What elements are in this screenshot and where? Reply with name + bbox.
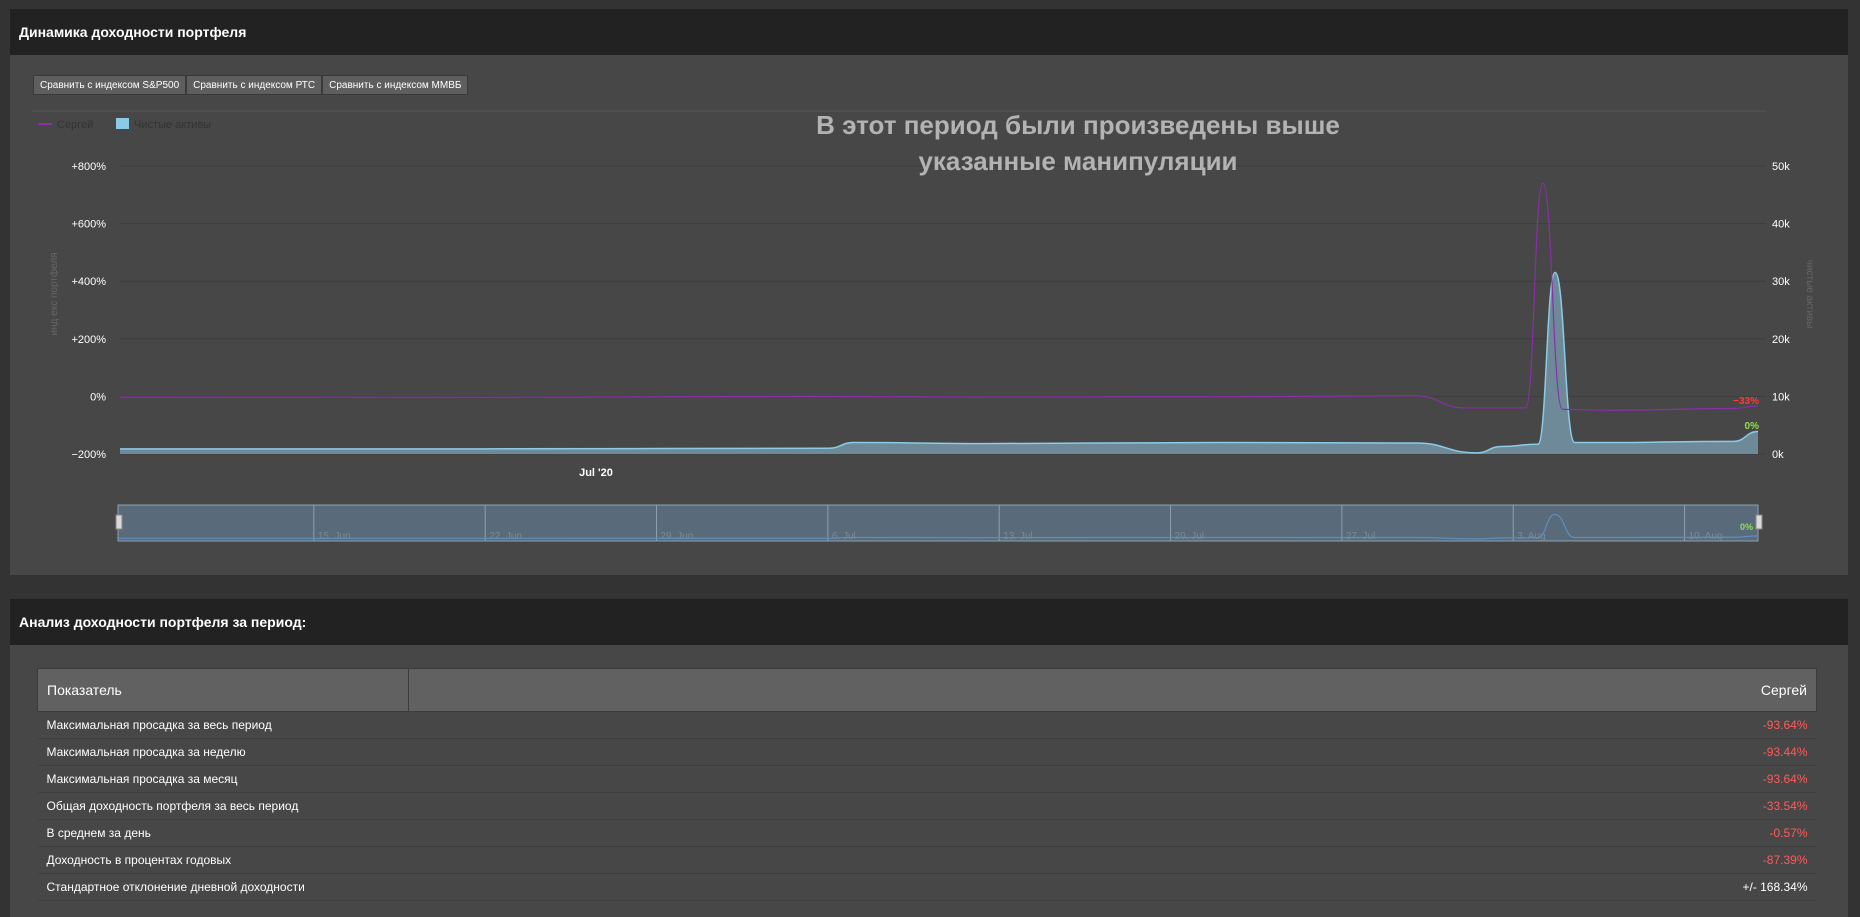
- left-tick-label: 0%: [90, 391, 106, 403]
- analysis-table: Показатель Сергей Максимальная просадка …: [37, 668, 1817, 901]
- chart-legend: Сергей Чистые активы: [38, 118, 211, 131]
- header-indicator[interactable]: Показатель: [37, 668, 409, 712]
- left-tick-label: +400%: [71, 276, 106, 288]
- legend-area-swatch: [116, 118, 129, 129]
- navigator-date-label: 22. Jun: [489, 531, 522, 542]
- net-assets-area: [120, 272, 1758, 454]
- sergey-returns-line: [119, 182, 1759, 411]
- right-tick-label: 0k: [1772, 449, 1784, 461]
- right-tick-label: 50k: [1772, 161, 1790, 173]
- table-row: Доходность в процентах годовых -87.39%: [37, 846, 1817, 874]
- net-assets-line: [119, 271, 1759, 454]
- navigator-date-label: 29. Jun: [661, 531, 694, 542]
- navigator-date-label: 15. Jun: [318, 531, 351, 542]
- portfolio-chart-panel: Динамика доходности портфеля Сравнить с …: [10, 9, 1848, 575]
- left-tick-label: +800%: [71, 161, 106, 173]
- table-row: Максимальная просадка за неделю -93.44%: [37, 738, 1817, 766]
- legend-item-net-assets[interactable]: Чистые активы: [134, 119, 211, 131]
- left-tick-label: −200%: [71, 449, 106, 461]
- right-axis-label: чистые активы: [1804, 260, 1815, 329]
- analysis-panel-title: Анализ доходности портфеля за период:: [10, 599, 1848, 645]
- navigator-left-handle[interactable]: [115, 514, 123, 530]
- right-tick-label: 20k: [1772, 334, 1790, 346]
- row-label: Максимальная просадка за месяц: [37, 765, 409, 793]
- navigator-right-handle[interactable]: [1755, 514, 1763, 530]
- row-value: -33.54%: [408, 792, 1817, 820]
- navigator-date-label: 6. Jul: [832, 531, 856, 542]
- table-row: Стандартное отклонение дневной доходност…: [37, 873, 1817, 901]
- net-assets-end-label: 0%: [1745, 421, 1760, 432]
- right-axis-ticks: 50k 40k 30k 20k 10k 0k: [1772, 161, 1790, 461]
- sergey-end-label: −33%: [1733, 396, 1759, 407]
- returns-chart[interactable]: Сергей Чистые активы +800% +600% +400% +200…: [10, 9, 1848, 575]
- analysis-panel: Анализ доходности портфеля за период: По…: [10, 599, 1848, 917]
- row-value: -93.64%: [408, 711, 1817, 739]
- row-label: Общая доходность портфеля за весь период: [37, 792, 409, 820]
- table-header-row: Показатель Сергей: [37, 668, 1817, 712]
- table-row: Максимальная просадка за месяц -93.64%: [37, 765, 1817, 793]
- row-label: Стандартное отклонение дневной доходност…: [37, 873, 409, 901]
- row-label: В среднем за день: [37, 819, 409, 847]
- legend-item-sergey[interactable]: Сергей: [57, 119, 93, 131]
- table-row: Общая доходность портфеля за весь период…: [37, 792, 1817, 820]
- row-label: Максимальная просадка за неделю: [37, 738, 409, 766]
- right-tick-label: 40k: [1772, 219, 1790, 231]
- right-tick-label: 30k: [1772, 276, 1790, 288]
- row-value: -0.57%: [408, 819, 1817, 847]
- right-tick-label: 10k: [1772, 391, 1790, 403]
- left-tick-label: +200%: [71, 334, 106, 346]
- manipulation-note: В этот период были произведены выше указ…: [816, 110, 1340, 176]
- navigator-date-label: 13. Jul: [1003, 531, 1032, 542]
- row-value: +/- 168.34%: [408, 873, 1817, 901]
- row-value: -93.44%: [408, 738, 1817, 766]
- row-label: Максимальная просадка за весь период: [37, 711, 409, 739]
- range-navigator[interactable]: 15. Jun 22. Jun 29. Jun 6. Jul 13. Jul 20. Ju…: [115, 504, 1848, 542]
- left-axis-label: инд екс портфеля: [48, 252, 60, 335]
- row-value: -93.64%: [408, 765, 1817, 793]
- table-row: Максимальная просадка за весь период -93.…: [37, 711, 1817, 739]
- header-sergey[interactable]: Сергей: [408, 668, 1817, 712]
- chart-grid: [120, 165, 1766, 455]
- navigator-date-label: 27. Jul: [1346, 531, 1375, 542]
- navigator-date-label: 10. Aug: [1689, 531, 1723, 542]
- x-axis-label: Jul '20: [579, 467, 613, 479]
- navigator-date-label: 20. Jul: [1175, 531, 1204, 542]
- table-row: В среднем за день -0.57%: [37, 819, 1817, 847]
- left-axis-ticks: +800% +600% +400% +200% 0% −200%: [71, 161, 106, 461]
- analysis-table-body: Максимальная просадка за весь период -93.…: [37, 711, 1817, 901]
- left-tick-label: +600%: [71, 219, 106, 231]
- row-label: Доходность в процентах годовых: [37, 846, 409, 874]
- navigator-end-label: 0%: [1740, 522, 1753, 532]
- row-value: -87.39%: [408, 846, 1817, 874]
- navigator-selection[interactable]: [117, 504, 1759, 542]
